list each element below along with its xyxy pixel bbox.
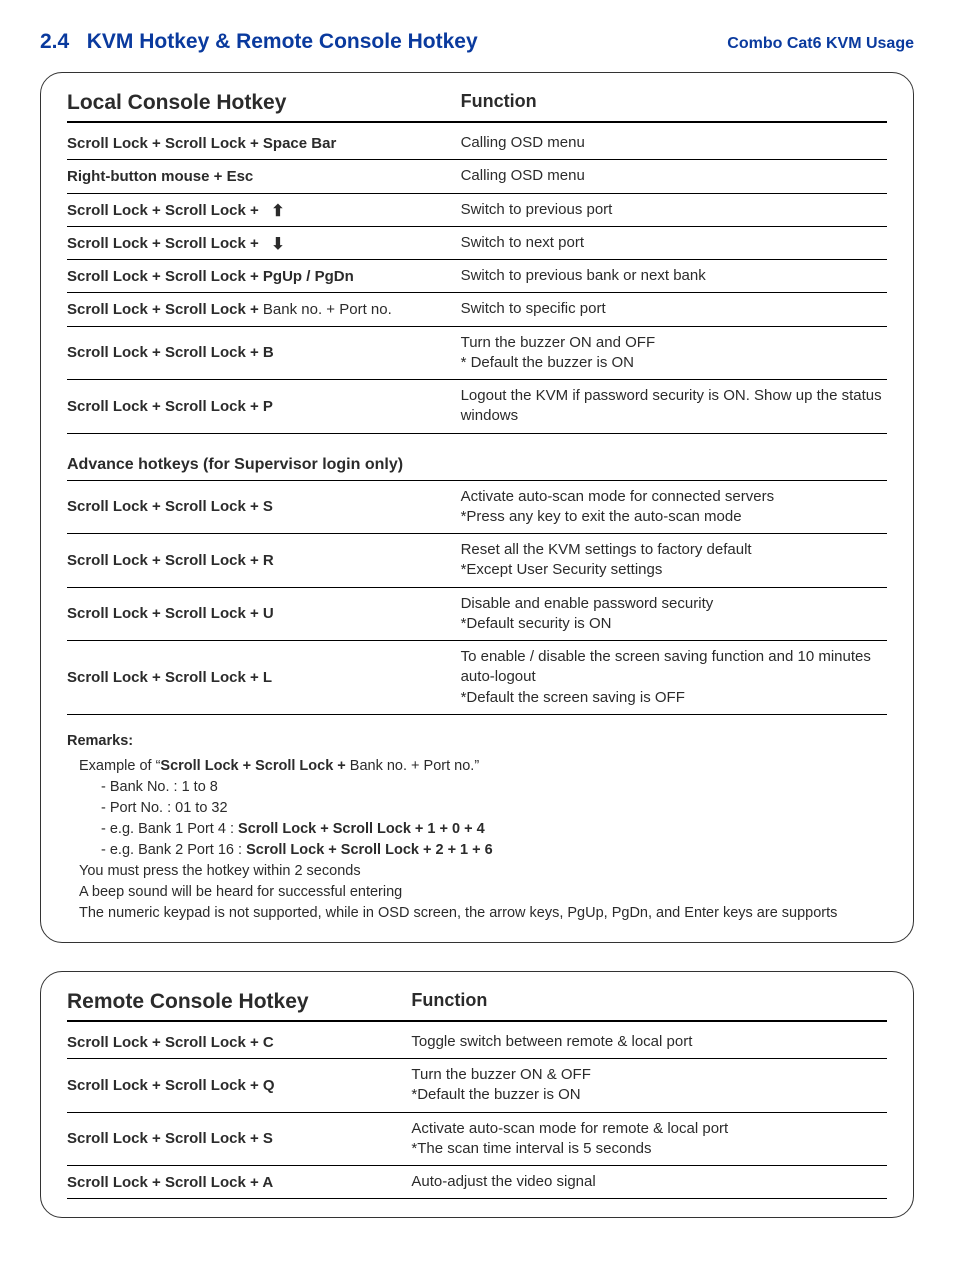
remarks-note: You must press the hotkey within 2 secon…: [79, 861, 887, 882]
table-row: Scroll Lock + Scroll Lock + R Reset all …: [67, 534, 887, 588]
arrow-up-icon: ⬆: [271, 201, 284, 221]
remarks-note: A beep sound will be heard for successfu…: [79, 882, 887, 903]
arrow-down-icon: ⬇: [271, 234, 284, 254]
hotkey-cell: Scroll Lock + Scroll Lock + S: [67, 1130, 411, 1147]
local-func-title: Function: [461, 91, 887, 115]
remarks-bullet: - e.g. Bank 1 Port 4 : Scroll Lock + Scr…: [101, 819, 887, 840]
func-cell: Logout the KVM if password security is O…: [461, 386, 887, 427]
func-cell: Activate auto-scan mode for connected se…: [461, 487, 887, 528]
remarks-title: Remarks:: [67, 731, 887, 752]
table-row: Scroll Lock + Scroll Lock + ⬇ Switch to …: [67, 227, 887, 260]
hotkey-cell: Scroll Lock + Scroll Lock + ⬆: [67, 200, 461, 220]
local-title: Local Console Hotkey: [67, 91, 461, 115]
func-cell: Disable and enable password security*Def…: [461, 594, 887, 635]
func-cell: Switch to specific port: [461, 299, 887, 319]
hotkey-cell: Scroll Lock + Scroll Lock + R: [67, 552, 461, 569]
func-cell: Toggle switch between remote & local por…: [411, 1032, 887, 1052]
page-header: 2.4 KVM Hotkey & Remote Console Hotkey C…: [40, 30, 914, 54]
remarks-block: Remarks: Example of “Scroll Lock + Scrol…: [57, 731, 887, 924]
table-row: Scroll Lock + Scroll Lock + C Toggle swi…: [67, 1026, 887, 1059]
table-row: Scroll Lock + Scroll Lock + Space Bar Ca…: [67, 127, 887, 160]
func-cell: Reset all the KVM settings to factory de…: [461, 540, 887, 581]
hotkey-cell: Scroll Lock + Scroll Lock + Space Bar: [67, 135, 461, 152]
remarks-bullet: - e.g. Bank 2 Port 16 : Scroll Lock + Sc…: [101, 840, 887, 861]
table-row: Scroll Lock + Scroll Lock + U Disable an…: [67, 588, 887, 642]
func-cell: Turn the buzzer ON & OFF*Default the buz…: [411, 1065, 887, 1106]
func-cell: Switch to next port: [461, 233, 887, 253]
hotkey-cell: Scroll Lock + Scroll Lock + Q: [67, 1077, 411, 1094]
func-cell: Turn the buzzer ON and OFF* Default the …: [461, 333, 887, 374]
hotkey-cell: Scroll Lock + Scroll Lock + B: [67, 344, 461, 361]
local-table-header: Local Console Hotkey Function: [67, 91, 887, 123]
table-row: Scroll Lock + Scroll Lock + B Turn the b…: [67, 327, 887, 381]
local-hotkey-panel: Local Console Hotkey Function Scroll Loc…: [40, 72, 914, 943]
hotkey-cell: Scroll Lock + Scroll Lock + ⬇: [67, 233, 461, 253]
func-cell: To enable / disable the screen saving fu…: [461, 647, 887, 708]
remote-func-title: Function: [411, 990, 887, 1014]
func-cell: Switch to previous bank or next bank: [461, 266, 887, 286]
hotkey-cell: Scroll Lock + Scroll Lock + U: [67, 605, 461, 622]
table-row: Scroll Lock + Scroll Lock + S Activate a…: [67, 1113, 887, 1167]
hotkey-cell: Scroll Lock + Scroll Lock + Bank no. + P…: [67, 301, 461, 318]
table-row: Scroll Lock + Scroll Lock + Bank no. + P…: [67, 293, 887, 326]
remarks-bullet: Port No. : 01 to 32: [101, 798, 887, 819]
func-cell: Calling OSD menu: [461, 166, 887, 186]
section-title: 2.4 KVM Hotkey & Remote Console Hotkey: [40, 30, 478, 54]
section-number: 2.4: [40, 30, 69, 53]
func-cell: Calling OSD menu: [461, 133, 887, 153]
hotkey-cell: Scroll Lock + Scroll Lock + P: [67, 398, 461, 415]
section-name: KVM Hotkey & Remote Console Hotkey: [87, 30, 478, 53]
table-row: Scroll Lock + Scroll Lock + P Logout the…: [67, 380, 887, 434]
hotkey-cell: Scroll Lock + Scroll Lock + L: [67, 669, 461, 686]
remarks-note: The numeric keypad is not supported, whi…: [79, 903, 887, 924]
remote-title: Remote Console Hotkey: [67, 990, 411, 1014]
func-cell: Switch to previous port: [461, 200, 887, 220]
table-row: Scroll Lock + Scroll Lock + A Auto-adjus…: [67, 1166, 887, 1199]
table-row: Scroll Lock + Scroll Lock + S Activate a…: [67, 481, 887, 535]
hotkey-cell: Scroll Lock + Scroll Lock + A: [67, 1174, 411, 1191]
remote-table-header: Remote Console Hotkey Function: [67, 990, 887, 1022]
table-row: Scroll Lock + Scroll Lock + L To enable …: [67, 641, 887, 715]
table-row: Scroll Lock + Scroll Lock + ⬆ Switch to …: [67, 194, 887, 227]
remote-hotkey-panel: Remote Console Hotkey Function Scroll Lo…: [40, 971, 914, 1219]
advance-hotkeys-title: Advance hotkeys (for Supervisor login on…: [67, 456, 887, 474]
hotkey-cell: Scroll Lock + Scroll Lock + C: [67, 1034, 411, 1051]
hotkey-cell: Scroll Lock + Scroll Lock + PgUp / PgDn: [67, 268, 461, 285]
func-cell: Auto-adjust the video signal: [411, 1172, 887, 1192]
hotkey-cell: Scroll Lock + Scroll Lock + S: [67, 498, 461, 515]
remarks-line: Example of “Scroll Lock + Scroll Lock + …: [79, 756, 887, 777]
hotkey-cell: Right-button mouse + Esc: [67, 168, 461, 185]
remarks-bullet: Bank No. : 1 to 8: [101, 777, 887, 798]
header-right: Combo Cat6 KVM Usage: [727, 35, 914, 53]
table-row: Scroll Lock + Scroll Lock + Q Turn the b…: [67, 1059, 887, 1113]
table-row: Right-button mouse + Esc Calling OSD men…: [67, 160, 887, 193]
func-cell: Activate auto-scan mode for remote & loc…: [411, 1119, 887, 1160]
table-row: Scroll Lock + Scroll Lock + PgUp / PgDn …: [67, 260, 887, 293]
